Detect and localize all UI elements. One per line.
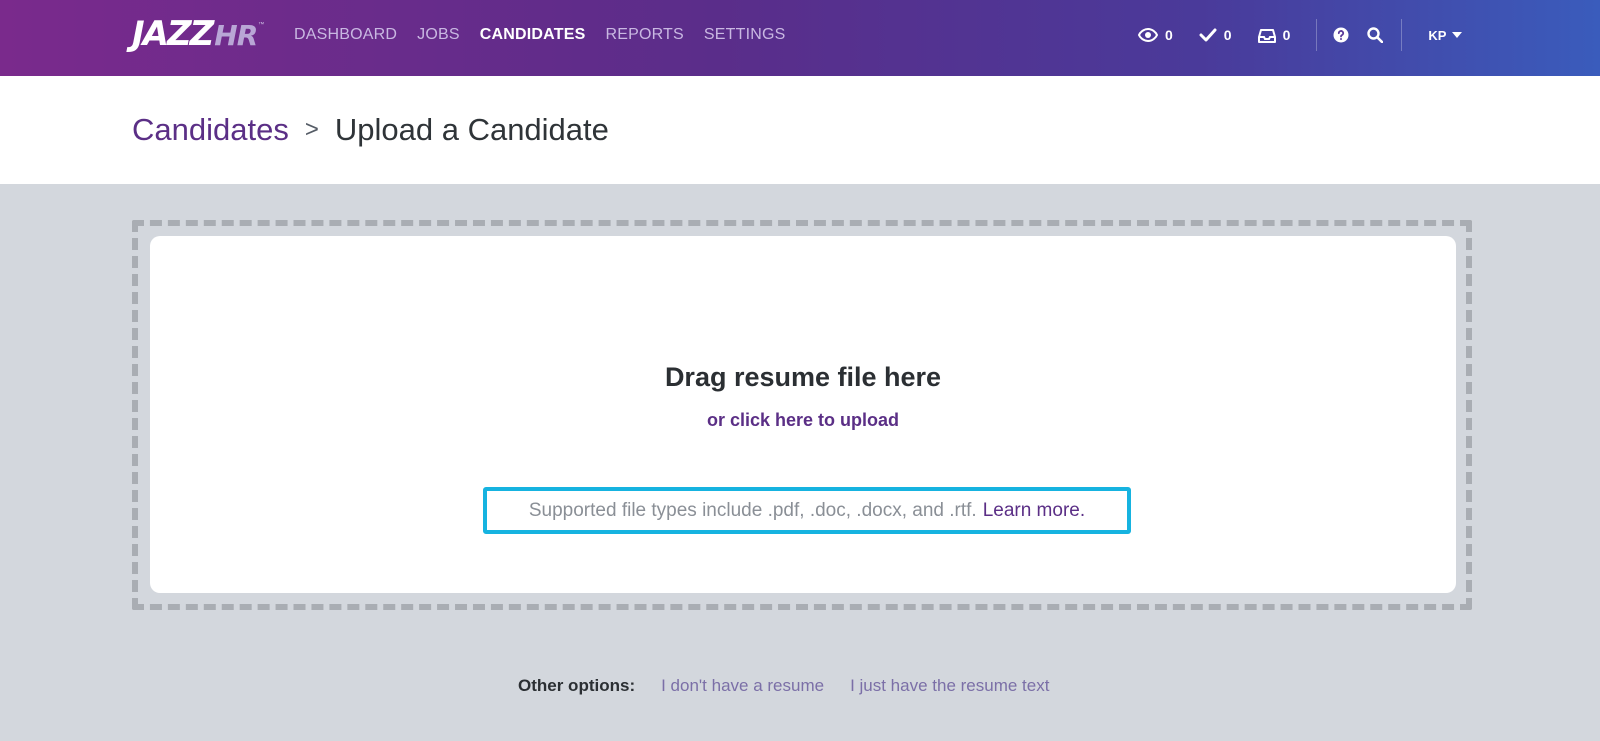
question-circle-icon — [1333, 27, 1349, 43]
supported-file-types-text: Supported file types include .pdf, .doc,… — [528, 499, 977, 521]
inbox-button[interactable]: 0 — [1257, 27, 1291, 43]
toolbar-divider-2 — [1401, 19, 1403, 51]
breadcrumb-candidates-link[interactable]: Candidates — [132, 112, 289, 148]
main-nav: DASHBOARD JOBS CANDIDATES REPORTS SETTIN… — [294, 0, 806, 70]
nav-dashboard[interactable]: DASHBOARD — [294, 26, 397, 44]
resume-drop-card[interactable]: Drag resume file here or click here to u… — [150, 236, 1456, 593]
user-initials: KP — [1428, 27, 1447, 43]
nav-settings[interactable]: SETTINGS — [704, 26, 786, 44]
breadcrumb-separator: > — [304, 116, 319, 143]
breadcrumb: Candidates > Upload a Candidate — [132, 112, 609, 148]
inbox-icon — [1257, 28, 1276, 43]
search-icon — [1367, 27, 1384, 43]
page-header: Candidates > Upload a Candidate — [0, 76, 1600, 184]
tasks-button[interactable]: 0 — [1199, 27, 1232, 43]
learn-more-link[interactable]: Learn more. — [983, 500, 1085, 522]
checkmark-icon — [1199, 28, 1217, 42]
supported-file-types-notice: Supported file types include .pdf, .doc,… — [483, 487, 1131, 534]
toolbar-divider — [1316, 19, 1318, 51]
toolbar-right: 0 0 0 KP — [1138, 0, 1463, 70]
logo-hr-text: HR — [214, 19, 258, 52]
click-to-upload-link[interactable]: or click here to upload — [150, 410, 1456, 431]
logo-jazz-text: JAZZ — [132, 14, 214, 54]
top-navigation-bar: JAZZ HR ™ DASHBOARD JOBS CANDIDATES REPO… — [0, 0, 1600, 76]
user-menu[interactable]: KP — [1428, 27, 1463, 43]
other-options: Other options: I don't have a resume I j… — [518, 676, 1075, 696]
drop-title: Drag resume file here — [664, 362, 942, 392]
watching-count: 0 — [1165, 27, 1173, 43]
no-resume-link[interactable]: I don't have a resume — [661, 676, 824, 696]
nav-reports[interactable]: REPORTS — [605, 26, 683, 44]
other-options-label: Other options: — [518, 676, 636, 695]
nav-jobs[interactable]: JOBS — [417, 26, 460, 44]
logo-trademark: ™ — [258, 22, 265, 28]
search-button[interactable] — [1367, 27, 1384, 43]
jazzhr-logo[interactable]: JAZZ HR ™ — [132, 14, 264, 54]
caret-down-icon — [1452, 32, 1463, 38]
help-button[interactable] — [1333, 27, 1349, 43]
inbox-count: 0 — [1282, 27, 1291, 43]
nav-candidates[interactable]: CANDIDATES — [480, 26, 586, 44]
page-title: Upload a Candidate — [334, 112, 609, 147]
eye-icon — [1138, 28, 1158, 42]
resume-text-link[interactable]: I just have the resume text — [850, 676, 1049, 696]
tasks-count: 0 — [1223, 27, 1232, 43]
watching-button[interactable]: 0 — [1138, 27, 1173, 43]
